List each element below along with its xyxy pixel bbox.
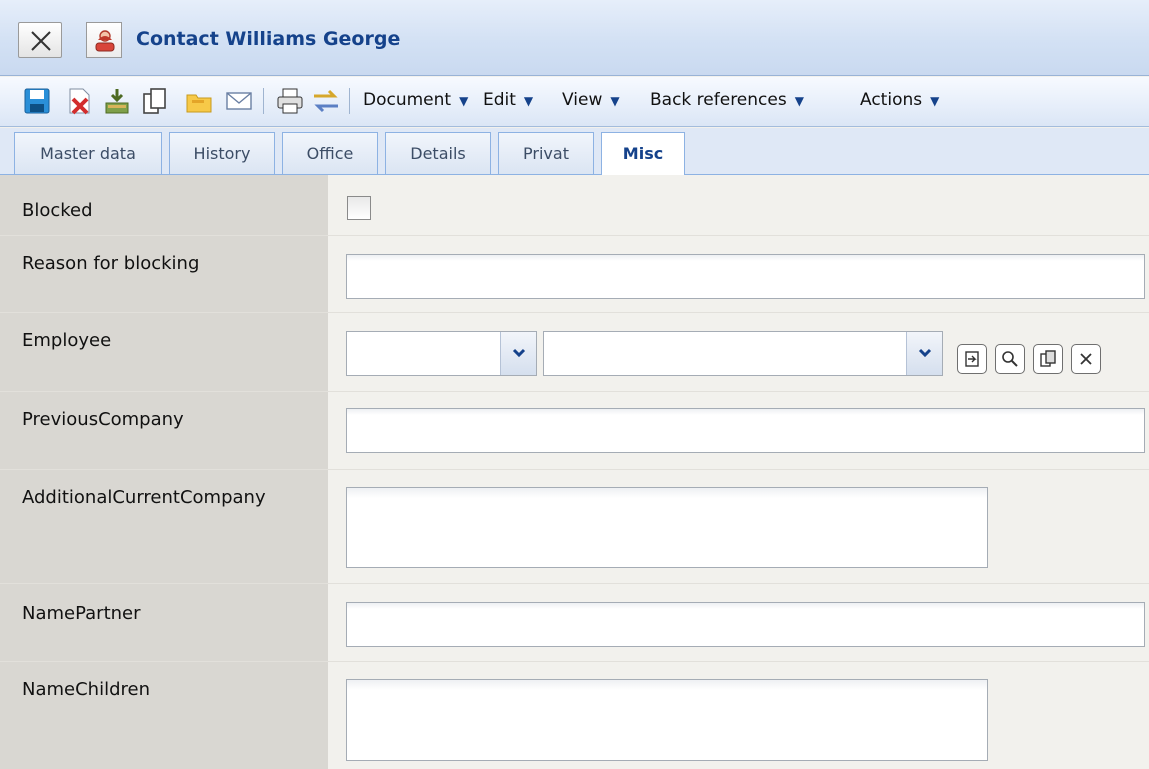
name-children-label: NameChildren [22, 679, 150, 700]
menu-label: View [562, 90, 603, 110]
row-divider [0, 391, 1149, 392]
toolbar: Document ▼ Edit ▼ View ▼ Back references ▼ A… [0, 77, 1149, 127]
copy-icon[interactable] [140, 86, 170, 116]
employee-goto-button[interactable] [957, 344, 987, 374]
name-partner-label: NamePartner [22, 603, 141, 624]
dropdown-arrow-icon: ▼ [794, 94, 804, 108]
previous-company-label: PreviousCompany [22, 409, 184, 430]
row-divider [0, 583, 1149, 584]
window-title: Contact Williams George [136, 28, 401, 50]
row-divider [0, 235, 1149, 236]
chevron-down-icon [512, 348, 526, 358]
row-divider [0, 661, 1149, 662]
dropdown-arrow-icon: ▼ [523, 94, 534, 108]
menu-label: Back references [650, 90, 787, 110]
row-divider [0, 312, 1149, 313]
switch-icon[interactable] [311, 86, 341, 116]
save-icon[interactable] [22, 86, 52, 116]
menu-label: Edit [483, 90, 516, 110]
additional-current-company-label: AdditionalCurrentCompany [22, 487, 266, 508]
blocked-label: Blocked [22, 200, 93, 221]
menu-label: Document [363, 90, 452, 110]
menu-label: Actions [860, 90, 923, 110]
toolbar-separator [263, 88, 264, 114]
employee-label: Employee [22, 330, 112, 351]
menu-edit[interactable]: Edit ▼ [483, 90, 533, 110]
tab-history[interactable]: History [169, 132, 275, 174]
import-icon[interactable] [102, 86, 132, 116]
tab-master-data[interactable]: Master data [14, 132, 162, 174]
additional-current-company-textarea[interactable] [346, 487, 988, 568]
employee-copy-button[interactable] [1033, 344, 1063, 374]
tab-bar: Master data History Office Details Priva… [0, 128, 1149, 176]
search-icon [1002, 351, 1018, 367]
copy-icon [1040, 350, 1056, 367]
employee-long-combo[interactable] [543, 331, 943, 376]
dropdown-arrow-icon: ▼ [459, 94, 469, 108]
tab-office[interactable]: Office [282, 132, 378, 174]
blocked-checkbox[interactable] [347, 196, 371, 220]
menu-back-references[interactable]: Back references ▼ [650, 90, 804, 110]
close-x-icon [31, 31, 51, 51]
row-divider [0, 469, 1149, 470]
tab-privat[interactable]: Privat [498, 132, 594, 174]
previous-company-input[interactable] [346, 408, 1145, 453]
reason-for-blocking-input[interactable] [346, 254, 1145, 299]
name-partner-input[interactable] [346, 602, 1145, 647]
dropdown-arrow-icon: ▼ [610, 94, 620, 108]
employee-short-dropdown-button[interactable] [500, 332, 536, 375]
dropdown-arrow-icon: ▼ [930, 94, 940, 108]
print-icon[interactable] [275, 86, 305, 116]
misc-form: Blocked Reason for blocking Employee Pre… [0, 175, 1149, 769]
name-children-textarea[interactable] [346, 679, 988, 761]
menu-actions[interactable]: Actions ▼ [860, 90, 939, 110]
employee-short-combo[interactable] [346, 331, 537, 376]
toolbar-separator [349, 88, 350, 114]
tab-details[interactable]: Details [385, 132, 491, 174]
menu-view[interactable]: View ▼ [562, 90, 620, 110]
close-button[interactable] [18, 22, 62, 58]
clear-icon [1080, 353, 1092, 365]
contact-person-icon [86, 22, 122, 58]
title-bar: Contact Williams George [0, 0, 1149, 76]
goto-icon [965, 351, 979, 367]
employee-long-dropdown-button[interactable] [906, 332, 942, 375]
delete-document-icon[interactable] [64, 86, 94, 116]
chevron-down-icon [918, 348, 932, 358]
tab-misc[interactable]: Misc [601, 132, 685, 176]
open-folder-icon[interactable] [184, 86, 214, 116]
email-icon[interactable] [224, 86, 254, 116]
reason-for-blocking-label: Reason for blocking [22, 253, 200, 274]
employee-search-button[interactable] [995, 344, 1025, 374]
menu-document[interactable]: Document ▼ [363, 90, 468, 110]
employee-clear-button[interactable] [1071, 344, 1101, 374]
